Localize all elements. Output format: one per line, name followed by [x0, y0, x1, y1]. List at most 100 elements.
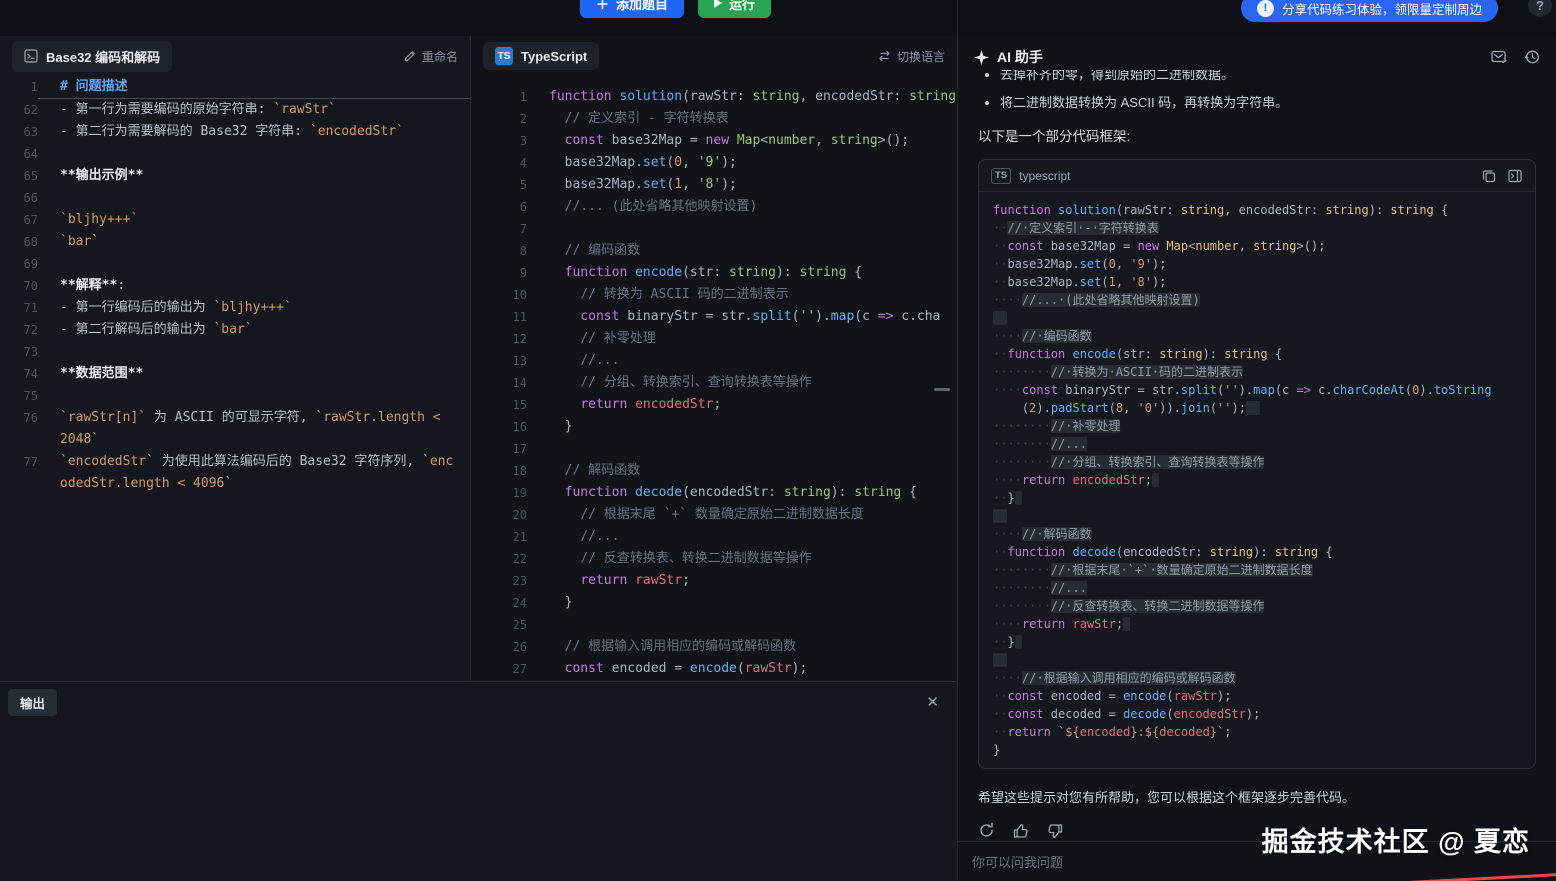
switch-language-button[interactable]: 切换语言 — [878, 48, 945, 65]
line-number: 16 — [471, 416, 527, 438]
feedback-button[interactable] — [1491, 49, 1508, 65]
code-line-content: //... — [527, 350, 957, 372]
code-line: ········//·反查转换表、转换二进制数据等操作 — [993, 597, 1521, 615]
code-line-content — [38, 341, 470, 363]
ai-chat-input[interactable]: 你可以问我问题 — [958, 841, 1556, 881]
language-badge[interactable]: TS TypeScript — [483, 42, 599, 70]
code-line: 23 return rawStr; — [471, 570, 957, 592]
line-number: 24 — [471, 592, 527, 614]
code-line: 67`bljhy+++` — [0, 209, 470, 231]
code-line: 1# 问题描述 — [0, 76, 470, 99]
code-line-content: ····//·编码函数 — [993, 327, 1521, 345]
code-line-content: ····const binaryStr = str.split('').map(… — [993, 381, 1521, 399]
copy-code-button[interactable] — [1482, 169, 1496, 183]
line-number: 13 — [471, 350, 527, 372]
line-number: 77 — [0, 451, 38, 495]
plus-icon: ＋ — [596, 0, 609, 13]
ai-bullet-list: 去掉补齐的零，得到原始的二进制数据。 将二进制数据转换为 ASCII 码，再转换… — [1000, 70, 1536, 113]
history-button[interactable] — [1524, 49, 1540, 65]
code-line: 76`rawStr[n]` 为 ASCII 的可显示字符, `rawStr.le… — [0, 407, 470, 451]
line-number: 11 — [471, 306, 527, 328]
pencil-icon — [404, 50, 416, 62]
problem-title-badge[interactable]: Base32 编码和解码 — [12, 41, 172, 72]
code-line: ····//·根据输入调用相应的编码或解码函数 — [993, 669, 1521, 687]
code-line-content: ········//... — [993, 435, 1521, 453]
line-number: 20 — [471, 504, 527, 526]
code-line: 66 — [0, 187, 470, 209]
code-line: 7 — [471, 218, 957, 240]
code-line: } — [993, 741, 1521, 759]
code-line-content: ··return `${encoded}:${decoded}`; — [993, 723, 1521, 741]
rename-button[interactable]: 重命名 — [404, 48, 458, 65]
share-banner[interactable]: ! 分享代码练习体验，领限量定制周边 — [1241, 0, 1498, 22]
code-line — [993, 309, 1521, 327]
code-line-content: ····return encodedStr; — [993, 471, 1521, 489]
topbar-right: ! 分享代码练习体验，领限量定制周边 ? — [1241, 0, 1552, 22]
line-number: 70 — [0, 275, 38, 297]
line-number: 1 — [471, 86, 527, 108]
code-line-content: `encodedStr` 为使用此算法编码后的 Base32 字符序列, `en… — [38, 451, 470, 495]
code-line: ··function decode(encodedStr: string): s… — [993, 543, 1521, 561]
line-number: 26 — [471, 636, 527, 658]
insert-code-icon — [1508, 169, 1523, 183]
code-line: 75 — [0, 385, 470, 407]
code-line-content: // 编码函数 — [527, 240, 957, 262]
code-line: 73 — [0, 341, 470, 363]
help-button[interactable]: ? — [1528, 0, 1552, 17]
code-line-content — [38, 385, 470, 407]
code-line-content: ········//·转换为·ASCII·码的二进制表示 — [993, 363, 1521, 381]
code-editor[interactable]: 1function solution(rawStr: string, encod… — [471, 74, 957, 680]
code-line: ··const decoded = decode(encodedStr); — [993, 705, 1521, 723]
code-line: ··function encode(str: string): string { — [993, 345, 1521, 363]
line-number: 62 — [0, 99, 38, 121]
code-line-content: } — [527, 592, 957, 614]
run-label: 运行 — [729, 0, 755, 13]
output-tab[interactable]: 输出 — [8, 689, 57, 716]
line-number: 64 — [0, 143, 38, 165]
code-line-content: // 定义索引 - 字符转换表 — [527, 108, 957, 130]
code-line-content: `bar` — [38, 231, 470, 253]
code-line: 72- 第二行解码后的输出为 `bar` — [0, 319, 470, 341]
code-line-content: //... (此处省略其他映射设置) — [527, 196, 957, 218]
line-number: 15 — [471, 394, 527, 416]
code-line: 3 const base32Map = new Map<number, stri… — [471, 130, 957, 152]
code-line-content: const encoded = encode(rawStr); — [527, 658, 957, 680]
code-line: ··} — [993, 633, 1521, 651]
thumbs-up-button[interactable] — [1013, 822, 1029, 839]
history-icon — [1524, 49, 1540, 65]
code-line: 4 base32Map.set(0, '9'); — [471, 152, 957, 174]
close-output-button[interactable]: ✕ — [926, 695, 939, 710]
code-line: 6 //... (此处省略其他映射设置) — [471, 196, 957, 218]
code-line-content: //... — [527, 526, 957, 548]
regenerate-button[interactable] — [978, 822, 995, 839]
typescript-mini-badge: TS — [991, 168, 1011, 184]
code-line: ··//·定义索引·-·字符转换表 — [993, 219, 1521, 237]
markdown-editor[interactable]: 1# 问题描述 62- 第一行为需要编码的原始字符串: `rawStr`63- … — [0, 74, 470, 495]
share-banner-label: 分享代码练习体验，领限量定制周边 — [1282, 0, 1482, 18]
ai-code-header: TS typescript — [979, 160, 1535, 192]
thumbs-down-button[interactable] — [1047, 822, 1063, 839]
line-number: 12 — [471, 328, 527, 350]
line-number: 69 — [0, 253, 38, 275]
code-line: 18 // 解码函数 — [471, 460, 957, 482]
problem-title: Base32 编码和解码 — [46, 47, 160, 66]
line-number: 14 — [471, 372, 527, 394]
code-line-content: // 补零处理 — [527, 328, 957, 350]
code-line: 22 // 反查转换表、转换二进制数据等操作 — [471, 548, 957, 570]
ai-footer-note: 希望这些提示对您有所帮助，您可以根据这个框架逐步完善代码。 — [978, 787, 1536, 806]
code-line-content — [527, 614, 957, 636]
line-number: 2 — [471, 108, 527, 130]
code-line-content: ········//·根据末尾·`+`·数量确定原始二进制数据长度 — [993, 561, 1521, 579]
insert-code-button[interactable] — [1508, 169, 1523, 183]
panel-divider[interactable] — [957, 0, 958, 881]
run-button[interactable]: 运行 — [698, 0, 771, 18]
code-line: 16 } — [471, 416, 957, 438]
editor-scrollbar-thumb[interactable] — [934, 388, 950, 391]
code-line: 69 — [0, 253, 470, 275]
code-line-content: ··} — [993, 489, 1521, 507]
copy-icon — [1482, 169, 1496, 183]
ai-conversation: 去掉补齐的零，得到原始的二进制数据。 将二进制数据转换为 ASCII 码，再转换… — [958, 70, 1556, 841]
code-line: 8 // 编码函数 — [471, 240, 957, 262]
add-problem-button[interactable]: ＋ 添加题目 — [580, 0, 684, 18]
line-number: 66 — [0, 187, 38, 209]
